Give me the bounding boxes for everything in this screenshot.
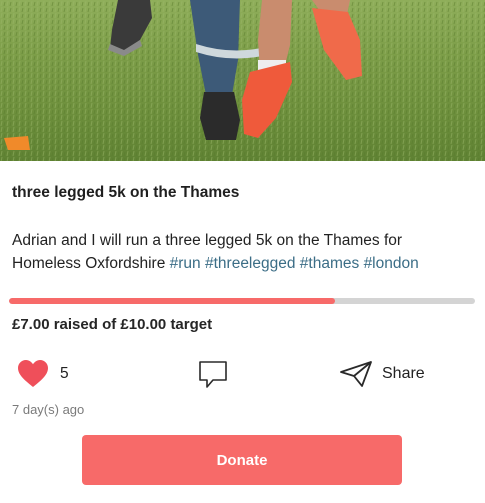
share-label: Share: [382, 365, 425, 382]
post-description: Adrian and I will run a three legged 5k …: [12, 229, 474, 275]
progress-fill: [9, 298, 336, 304]
comment-icon[interactable]: [198, 359, 228, 389]
donate-button[interactable]: Donate: [82, 435, 402, 485]
like-count: 5: [60, 365, 69, 382]
hashtag-link[interactable]: #thames: [300, 255, 359, 272]
hashtag-link[interactable]: #london: [364, 255, 419, 272]
hashtag-link[interactable]: #threelegged: [205, 255, 296, 272]
hero-image: [0, 0, 485, 161]
post-timestamp: 7 day(s) ago: [12, 402, 85, 417]
fundraising-progress-bar: [9, 298, 475, 304]
raised-amount: £7.00 raised of £10.00 target: [12, 316, 213, 333]
paper-plane-icon: [340, 361, 372, 387]
share-button[interactable]: Share: [340, 359, 440, 389]
post-title: three legged 5k on the Thames: [12, 184, 240, 201]
hashtag-link[interactable]: #run: [170, 255, 201, 272]
heart-icon[interactable]: [17, 359, 49, 389]
